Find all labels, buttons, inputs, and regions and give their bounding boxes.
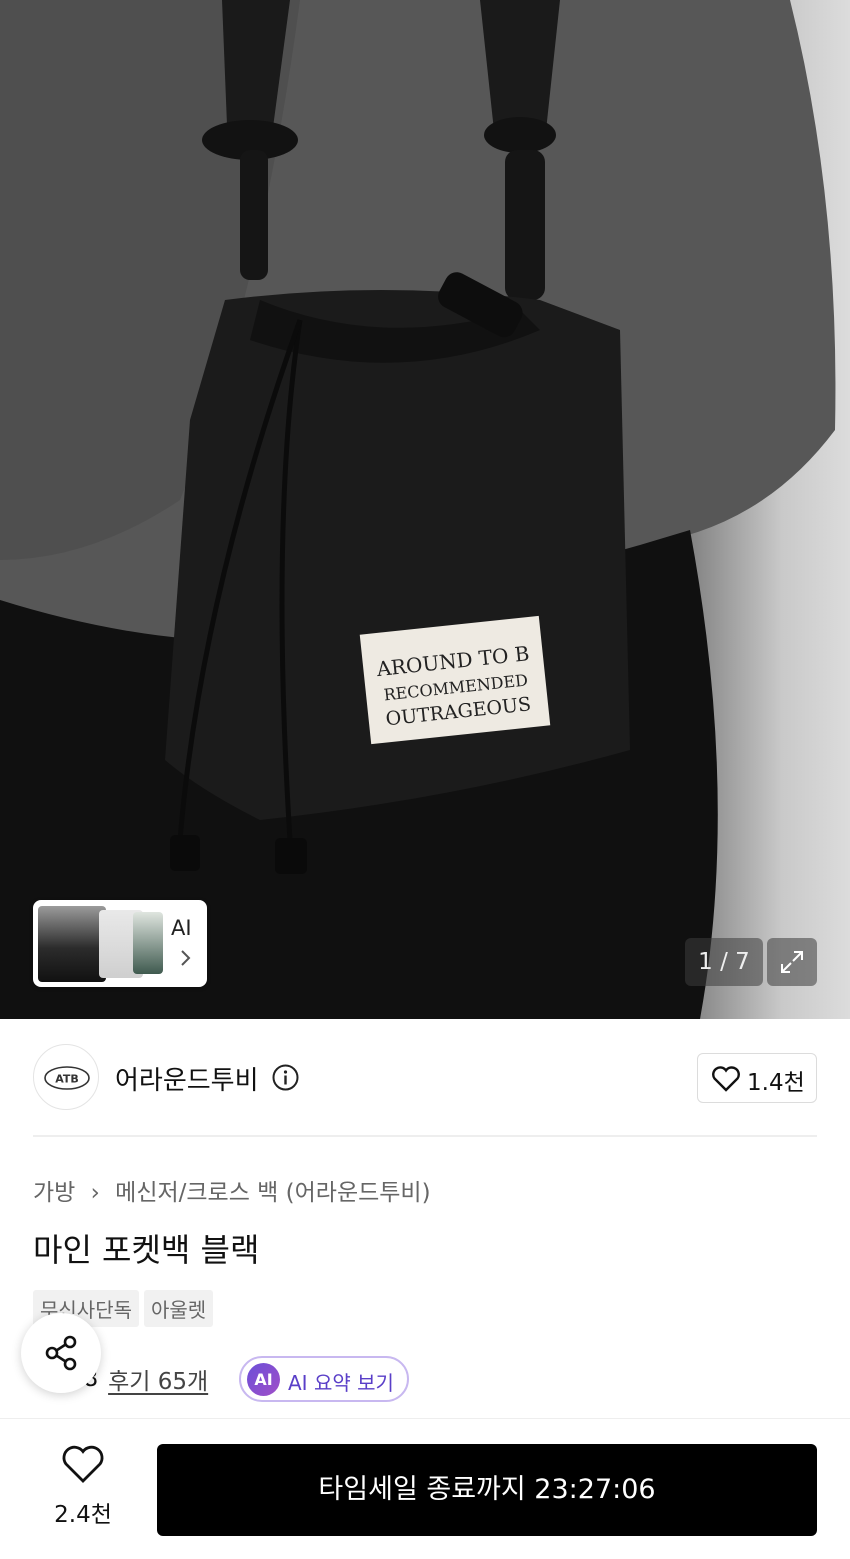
ai-summary-button[interactable]: AI AI 요약 보기 [239,1356,409,1402]
ai-summary-label: AI 요약 보기 [288,1371,394,1395]
brand-like-button[interactable]: 1.4천 [697,1053,817,1103]
divider [33,1135,817,1137]
ai-thumbnail-label: AI [171,916,192,940]
ai-badge-icon: AI [247,1363,280,1396]
share-button[interactable] [21,1313,101,1393]
brand-like-count: 1.4천 [747,1070,805,1096]
breadcrumb-item[interactable]: 메신저/크로스 백 (어라운드투비) [115,1180,430,1206]
atb-logo-icon: ATB [44,1066,90,1090]
chevron-right-icon: › [90,1180,100,1206]
brand-name[interactable]: 어라운드투비 [115,1060,259,1097]
product-image-gallery[interactable]: AROUND TO B RECOMMENDED OUTRAGEOUS AI 1 … [0,0,850,1019]
breadcrumb-item[interactable]: 가방 [33,1180,75,1206]
heart-icon [712,1066,740,1092]
info-icon[interactable] [272,1064,299,1091]
product-photo: AROUND TO B RECOMMENDED OUTRAGEOUS [0,0,836,1019]
brand-logo-text: ATB [55,1073,79,1086]
breadcrumb: 가방 › 메신저/크로스 백 (어라운드투비) [33,1173,431,1207]
thumbnail-image-3 [133,912,163,974]
heart-icon [62,1445,104,1483]
share-icon [45,1335,77,1371]
expand-icon [781,951,803,973]
product-title: 마인 포켓백 블랙 [33,1231,260,1269]
expand-button[interactable] [767,938,817,986]
tag-badge: 아울렛 [144,1290,214,1327]
buy-button[interactable]: 타임세일 종료까지 23:27:06 [157,1444,817,1536]
wishlist-count: 2.4천 [54,1502,112,1528]
reviews-link[interactable]: 후기 65개 [108,1362,208,1396]
thumbnail-image-1 [38,906,106,982]
wishlist-button[interactable]: 2.4천 [40,1445,126,1528]
ai-lookbook-thumbnail[interactable]: AI [33,900,207,987]
image-counter: 1 / 7 [685,938,763,986]
bottom-action-bar: 2.4천 타임세일 종료까지 23:27:06 [0,1418,850,1559]
chevron-right-icon [181,950,191,966]
brand-logo[interactable]: ATB [33,1044,99,1110]
